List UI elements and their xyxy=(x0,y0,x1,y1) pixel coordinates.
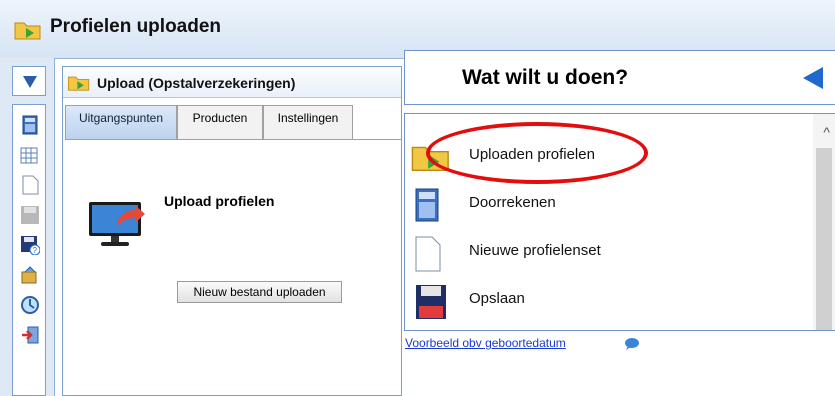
upload-panel: Upload (Opstalverzekeringen) Uitgangspun… xyxy=(62,66,402,396)
tab-content xyxy=(65,139,401,396)
save-as-icon[interactable]: ? xyxy=(20,235,41,256)
scroll-thumb[interactable] xyxy=(816,148,832,330)
tab-producten[interactable]: Producten xyxy=(177,105,263,139)
new-document-icon[interactable] xyxy=(20,175,40,195)
export-icon[interactable] xyxy=(20,265,40,285)
scrollbar[interactable]: ^ xyxy=(813,114,835,330)
tab-bar: Uitgangspunten Producten Instellingen xyxy=(65,105,401,139)
chevron-down-icon xyxy=(23,76,37,88)
tab-instellingen[interactable]: Instellingen xyxy=(263,105,353,139)
menu-item-label: Doorrekenen xyxy=(469,194,556,211)
monitor-upload-icon xyxy=(87,198,147,253)
table-icon[interactable] xyxy=(20,145,40,165)
svg-text:?: ? xyxy=(33,246,38,255)
back-arrow-icon[interactable] xyxy=(803,67,823,89)
vertical-toolbar: ? xyxy=(12,104,46,396)
section-title: Upload profielen xyxy=(164,193,275,209)
upload-file-button[interactable]: Nieuw bestand uploaden xyxy=(177,281,342,303)
floppy-disk-icon xyxy=(415,284,447,323)
upload-panel-header: Upload (Opstalverzekeringen) xyxy=(63,67,401,98)
folder-upload-icon xyxy=(67,73,91,94)
folder-upload-icon xyxy=(14,18,42,43)
menu-item-doorrekenen[interactable]: Doorrekenen xyxy=(405,180,805,228)
calculator-icon[interactable] xyxy=(20,115,40,135)
menu-item-label: Opslaan xyxy=(469,290,525,307)
refresh-icon[interactable] xyxy=(20,295,40,315)
exit-icon[interactable] xyxy=(20,325,40,345)
tab-uitgangspunten[interactable]: Uitgangspunten xyxy=(65,105,177,139)
upload-panel-title: Upload (Opstalverzekeringen) xyxy=(97,75,296,91)
menu-item-nieuwe-profielenset[interactable]: Nieuwe profielenset xyxy=(405,228,805,276)
example-link[interactable]: Voorbeeld obv geboortedatum xyxy=(405,336,566,350)
app-title: Profielen uploaden xyxy=(50,16,222,37)
popup-title: Wat wilt u doen? xyxy=(462,66,629,89)
save-disabled-icon xyxy=(20,205,40,225)
speech-bubble-icon[interactable] xyxy=(624,337,640,354)
calculator-icon xyxy=(415,188,439,225)
menu-item-opslaan[interactable]: Opslaan xyxy=(405,276,805,324)
chevron-up-icon[interactable]: ^ xyxy=(823,124,830,140)
popup-header: Wat wilt u doen? xyxy=(404,50,835,105)
highlight-annotation xyxy=(426,122,648,184)
new-document-icon xyxy=(415,236,441,275)
menu-item-label: Nieuwe profielenset xyxy=(469,242,601,259)
collapse-button[interactable] xyxy=(12,66,46,96)
